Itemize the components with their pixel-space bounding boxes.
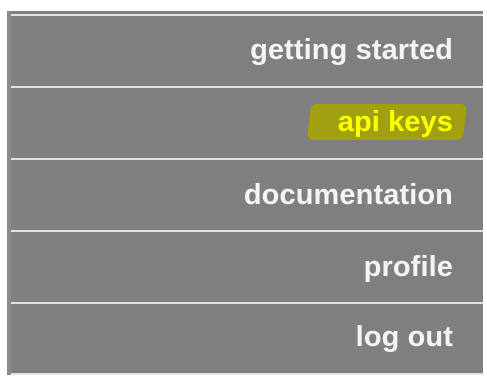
- menu-item-label: getting started: [250, 34, 453, 66]
- menu-item-log-out[interactable]: log out: [11, 304, 483, 371]
- menu-item-getting-started[interactable]: getting started: [11, 17, 483, 84]
- menu-divider: [11, 373, 483, 375]
- menu-item-label: profile: [363, 250, 453, 283]
- nav-menu: getting started api keys documentation p…: [7, 11, 483, 375]
- menu-divider: [11, 230, 483, 232]
- menu-item-label: api keys: [337, 106, 453, 138]
- menu-divider: [11, 14, 483, 16]
- menu-item-api-keys[interactable]: api keys: [11, 88, 483, 157]
- menu-item-documentation[interactable]: documentation: [11, 160, 483, 230]
- menu-item-label: documentation: [243, 178, 453, 211]
- menu-item-profile[interactable]: profile: [11, 233, 483, 301]
- menu-item-label: log out: [355, 321, 453, 353]
